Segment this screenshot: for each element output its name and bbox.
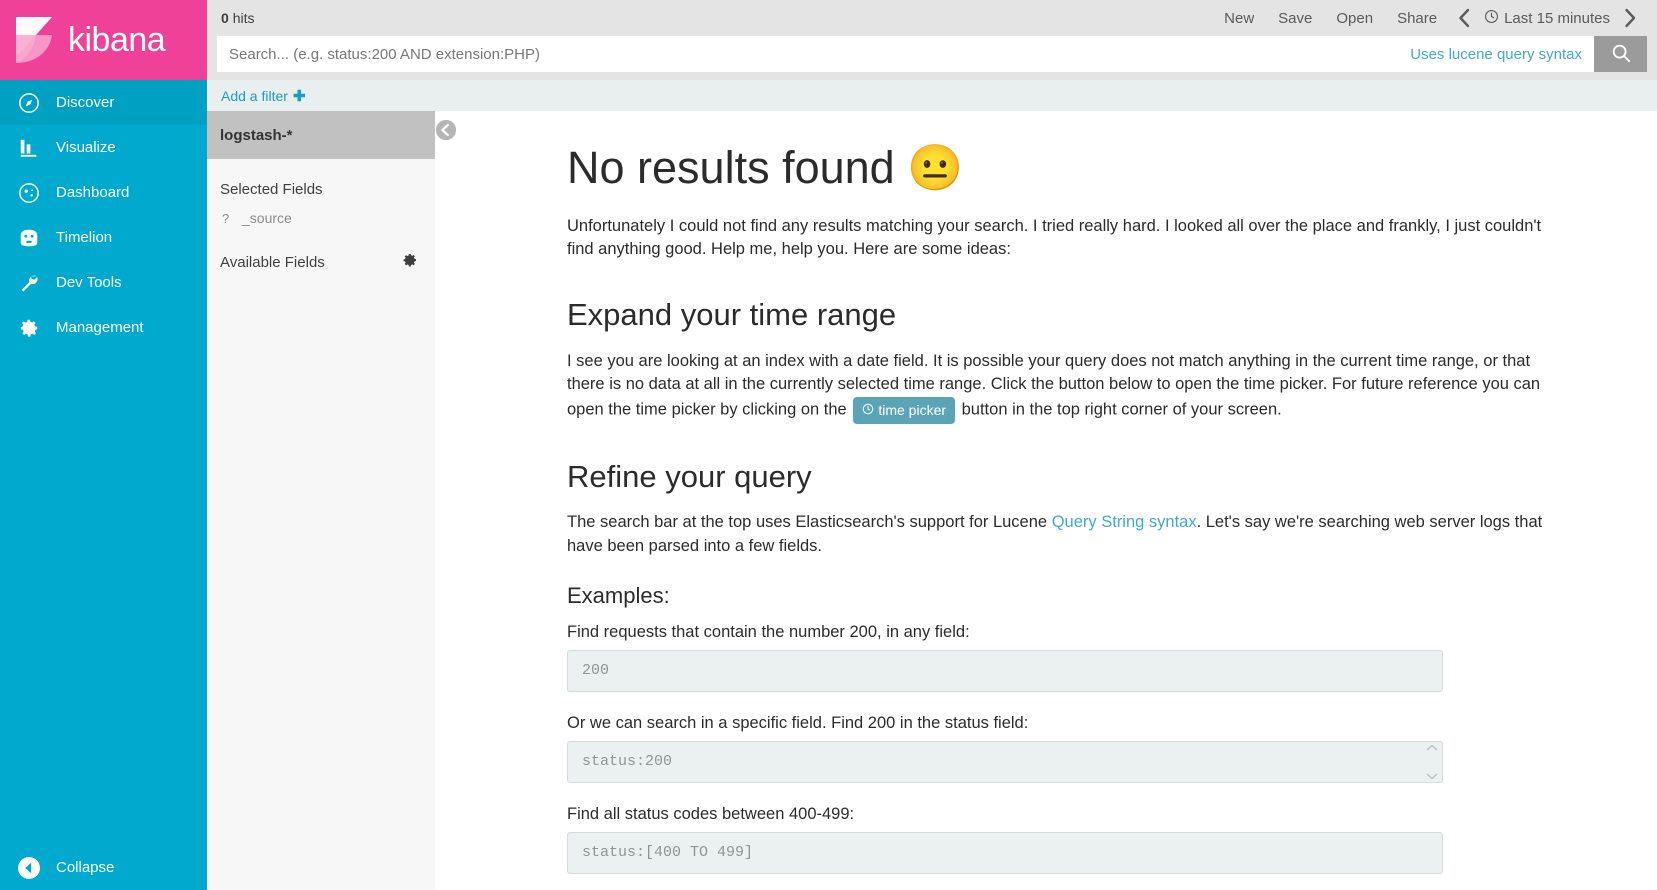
example-query-input-3[interactable] [567,831,1443,874]
dashboard-icon [10,182,48,204]
field-panel-collapse-button[interactable] [435,119,457,146]
examples-heading: Examples: [567,582,670,608]
timelion-icon [10,227,48,249]
refine-text-1: The search bar at the top uses Elasticse… [567,512,1048,531]
search-icon [1610,42,1632,67]
time-picker-badge-label: time picker [878,402,947,419]
intro-paragraph: Unfortunately I could not find any resul… [567,216,1542,259]
available-fields-label: Available Fields [220,253,325,271]
plus-icon: ✚ [292,87,306,105]
refine-query-heading: Refine your query [567,458,812,494]
new-button[interactable]: New [1212,10,1266,27]
hits-count: 0 [221,10,229,26]
search-button[interactable] [1594,36,1647,72]
search-input[interactable] [217,37,1399,71]
wrench-icon [10,272,48,294]
selected-fields-label: Selected Fields [220,181,323,198]
hits-label-text: hits [232,10,255,26]
available-fields-header: Available Fields [207,226,435,276]
no-results-content: No results found 😐 Unfortunately I could… [435,111,1657,890]
chevron-left-circle-icon [435,119,457,146]
sidebar-collapse-button[interactable]: Collapse [0,845,207,890]
field-type-icon: ? [222,210,230,226]
time-picker-badge[interactable]: time picker [853,397,956,424]
sidebar: kibana Discover Visualize Dashboard Time… [0,0,207,890]
time-navigation: Last 15 minutes [1449,8,1645,28]
example-query-input-1[interactable] [567,649,1443,692]
sidebar-item-dashboard[interactable]: Dashboard [0,170,207,215]
sidebar-item-label: Visualize [56,139,116,156]
sidebar-item-label: Timelion [56,229,113,246]
query-input-wrapper: Uses lucene query syntax [217,36,1594,72]
example-query-input-2[interactable] [567,740,1443,783]
sidebar-item-timelion[interactable]: Timelion [0,215,207,260]
field-item-source[interactable]: ? _source [207,198,435,226]
sidebar-item-label: Management [56,319,144,336]
clock-icon [1484,9,1499,28]
index-pattern-selector[interactable]: logstash-* [207,111,435,159]
sidebar-item-discover[interactable]: Discover [0,80,207,125]
filter-bar: Add a filter ✚ [207,80,1657,111]
time-picker-button[interactable]: Last 15 minutes [1480,9,1614,28]
lucene-syntax-link[interactable]: Uses lucene query syntax [1398,46,1594,63]
gear-icon [10,317,48,339]
topbar: 0 hits New Save Open Share Last 15 minut… [207,0,1657,36]
save-button[interactable]: Save [1266,10,1324,27]
brand-header[interactable]: kibana [0,0,207,80]
kibana-app: kibana Discover Visualize Dashboard Time… [0,0,1657,890]
open-button[interactable]: Open [1324,10,1385,27]
field-panel: logstash-* Selected Fields ? _source Ava… [207,111,435,890]
example-input-wrapper-1 [567,649,1443,692]
sidebar-item-dev-tools[interactable]: Dev Tools [0,260,207,305]
compass-icon [10,92,48,114]
chevron-right-icon[interactable] [1616,8,1645,28]
add-filter-button[interactable]: Add a filter ✚ [221,87,306,105]
number-stepper[interactable] [1425,744,1439,780]
sidebar-item-management[interactable]: Management [0,305,207,350]
clock-icon [862,400,874,420]
selected-fields-header: Selected Fields [207,159,435,198]
example-input-wrapper-3 [567,831,1443,874]
brand-name: kibana [68,21,166,59]
sidebar-collapse-label: Collapse [56,859,115,876]
chevron-left-circle-icon [10,856,48,880]
example-label-2: Or we can search in a specific field. Fi… [567,713,1029,732]
expand-time-range-paragraph: I see you are looking at an index with a… [567,350,1557,424]
hits-counter: 0 hits [221,10,254,26]
share-button[interactable]: Share [1385,10,1449,27]
example-label-1: Find requests that contain the number 20… [567,622,970,641]
refine-query-paragraph: The search bar at the top uses Elasticse… [567,511,1557,559]
sidebar-item-label: Dev Tools [56,274,122,291]
example-input-wrapper-2 [567,740,1443,783]
sidebar-nav: Discover Visualize Dashboard Timelion De… [0,80,207,350]
bar-chart-icon [10,137,48,159]
time-range-label: Last 15 minutes [1504,9,1610,27]
query-string-syntax-link[interactable]: Query String syntax [1052,513,1197,531]
content-body: logstash-* Selected Fields ? _source Ava… [207,111,1657,890]
main-area: 0 hits New Save Open Share Last 15 minut… [207,0,1657,890]
sidebar-item-label: Dashboard [56,184,130,201]
query-bar: Uses lucene query syntax [207,36,1657,80]
time-range-text-2: button in the top right corner of your s… [961,400,1282,419]
sidebar-item-label: Discover [56,94,115,111]
kibana-logo-icon [6,11,64,69]
field-name-label: _source [242,210,292,226]
expand-time-range-heading: Expand your time range [567,297,897,333]
page-title: No results found 😐 [567,142,964,193]
sidebar-item-visualize[interactable]: Visualize [0,125,207,170]
gear-icon[interactable] [398,248,422,276]
example-label-3: Find all status codes between 400-499: [567,804,855,823]
add-filter-label: Add a filter [221,87,288,104]
chevron-left-icon[interactable] [1449,8,1478,28]
